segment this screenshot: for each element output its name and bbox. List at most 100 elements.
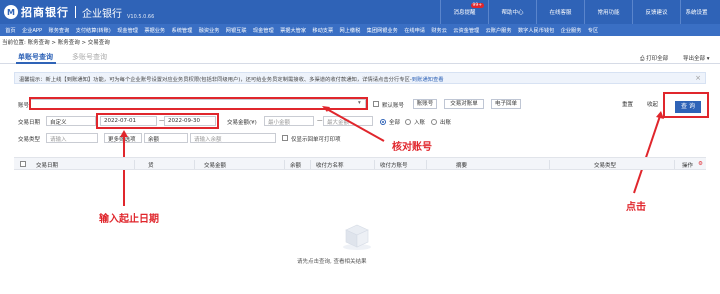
amount-dash: —	[317, 118, 323, 124]
balance-select[interactable]: 余额	[144, 133, 188, 143]
col-counterparty-name[interactable]: 收付方名称	[316, 161, 344, 169]
direction-out-label: 出账	[440, 120, 452, 126]
nav-item[interactable]: 企业服务	[557, 27, 584, 34]
nav-item[interactable]: 首页	[2, 27, 19, 34]
nav-item[interactable]: 票据大管家	[277, 27, 309, 34]
printable-only-label: 仅显示回单可打印项	[291, 137, 341, 143]
table-header: 交易日期 货 交易金额 余额 收付方名称 收付方账号 摘要 交易类型 操作 ⚙	[14, 157, 706, 170]
date-label: 交易日期	[18, 120, 41, 126]
nav-item[interactable]: 账务查询	[45, 27, 72, 34]
nav-item[interactable]: 网上缴税	[336, 27, 363, 34]
e-receipt-button[interactable]: 电子回单	[491, 99, 521, 109]
trade-type-label: 交易类型	[18, 137, 41, 143]
balance-input[interactable]: 请输入余额	[190, 133, 276, 143]
col-trade-date[interactable]: 交易日期	[36, 161, 58, 169]
nav-item[interactable]: 票据业务	[141, 27, 168, 34]
active-tab-indicator	[16, 62, 56, 64]
col-summary[interactable]: 摘要	[456, 161, 467, 169]
nav-item[interactable]: 网银互联	[223, 27, 250, 34]
column-divider	[284, 160, 285, 169]
logo-divider	[75, 6, 76, 18]
main-nav: 首页 企业APP 账务查询 支付结算(转账) 现金管理 票据业务 系统管理 融资…	[0, 24, 720, 36]
direction-in-radio[interactable]	[405, 119, 411, 125]
print-all-button[interactable]: ⎙ 打印全部	[640, 54, 668, 63]
col-currency[interactable]: 货	[148, 161, 154, 169]
start-date-input[interactable]: 2022-07-01	[100, 116, 157, 126]
util-feedback[interactable]: 反馈建议	[632, 0, 680, 24]
default-account-checkbox[interactable]	[373, 101, 379, 107]
close-icon[interactable]: ×	[695, 74, 701, 82]
nav-item[interactable]: 专区	[585, 27, 602, 34]
nav-item[interactable]: 集团网银业务	[363, 27, 401, 34]
query-highlight	[663, 92, 709, 118]
direction-in-label: 入账	[414, 120, 426, 126]
nav-item[interactable]: 企业APP	[19, 27, 46, 34]
end-date-input[interactable]: 2022-09-30	[164, 116, 216, 126]
trade-type-input[interactable]: 请输入	[46, 133, 98, 143]
export-all-button[interactable]: 导出全部 ▾	[683, 54, 710, 62]
select-all-checkbox[interactable]	[20, 161, 26, 167]
nav-item[interactable]: 云账户服务	[482, 27, 514, 34]
column-divider	[310, 160, 311, 169]
date-annotation: 输入起止日期	[99, 214, 159, 225]
col-balance[interactable]: 余额	[290, 161, 301, 169]
query-arrow	[633, 115, 661, 194]
util-messages[interactable]: 消息提醒 99+	[440, 0, 488, 24]
notice-link[interactable]: 到账通知查看	[412, 77, 444, 83]
column-divider	[194, 160, 195, 169]
nav-item[interactable]: 财务云	[428, 27, 450, 34]
printer-icon: ⎙	[640, 56, 645, 62]
empty-box-icon	[343, 224, 371, 250]
query-tabs: 单账号查询 多账号查询	[0, 50, 720, 64]
max-amount-input[interactable]: 最大金额	[323, 116, 373, 126]
date-mode-select[interactable]: 自定义	[46, 116, 96, 126]
notice-banner: 温馨提示：新上线【到账通知】功能，可为每个企业账号设置对应业务员权限(包括非同级…	[14, 72, 706, 84]
util-online-service[interactable]: 在线客服	[536, 0, 584, 24]
more-filter-select[interactable]: 更多筛选项	[104, 133, 142, 143]
printable-only-checkbox[interactable]	[282, 135, 288, 141]
logo: M 招商银行 企业银行 V10.5.0.66	[4, 4, 154, 20]
col-action: 操作	[682, 163, 694, 169]
default-account-label: 默认账号	[382, 103, 405, 109]
tab-multi-account[interactable]: 多账号查询	[72, 52, 107, 62]
nav-item[interactable]: 数字人民币钱包	[515, 27, 558, 34]
nav-item[interactable]: 融资业务	[195, 27, 222, 34]
trade-statement-button[interactable]: 交易对账单	[444, 99, 484, 109]
min-amount-input[interactable]: 最小金额	[264, 116, 314, 126]
nav-item[interactable]: 移动支票	[309, 27, 336, 34]
column-divider	[674, 160, 675, 169]
nav-item[interactable]: 云资金管理	[450, 27, 482, 34]
account-label: 账号	[18, 103, 30, 109]
account-number-button[interactable]: 账账号	[413, 99, 437, 109]
col-trade-type[interactable]: 交易类型	[594, 161, 616, 169]
util-help[interactable]: 帮助中心	[488, 0, 536, 24]
util-common[interactable]: 常用功能	[584, 0, 632, 24]
top-bar: M 招商银行 企业银行 V10.5.0.66 消息提醒 99+ 帮助中心 在线客服…	[0, 0, 720, 24]
direction-all-radio[interactable]	[380, 119, 386, 125]
amount-label: 交易金额(¥)	[227, 120, 257, 126]
nav-item[interactable]: 在线申请	[401, 27, 428, 34]
collapse-button[interactable]: 收起	[647, 100, 658, 108]
column-divider	[374, 160, 375, 169]
column-divider	[134, 160, 135, 169]
nav-item[interactable]: 现金管理	[114, 27, 141, 34]
reset-button[interactable]: 重置	[622, 100, 633, 108]
direction-out-radio[interactable]	[431, 119, 437, 125]
settings-icon[interactable]: ⚙	[698, 161, 703, 167]
column-divider	[426, 160, 427, 169]
click-annotation: 点击	[626, 202, 646, 213]
message-count-badge: 99+	[470, 3, 484, 8]
column-divider	[549, 160, 550, 169]
nav-item[interactable]: 支付结算(转账)	[72, 27, 114, 34]
col-counterparty-account[interactable]: 收付方账号	[380, 161, 408, 169]
utility-links: 消息提醒 99+ 帮助中心 在线客服 常用功能 反馈建议 系统设置	[440, 0, 712, 24]
breadcrumb: 当前位置: 账务查询 > 账务查询 > 交易查询	[2, 40, 110, 46]
util-settings[interactable]: 系统设置	[680, 0, 712, 24]
nav-item[interactable]: 系统管理	[168, 27, 195, 34]
tab-single-account[interactable]: 单账号查询	[18, 52, 53, 62]
col-amount[interactable]: 交易金额	[204, 161, 226, 169]
bank-name: 招商银行	[21, 6, 69, 19]
nav-item[interactable]: 现金管理	[250, 27, 277, 34]
empty-state-message: 请先点击查询, 查看相关结果	[297, 259, 367, 265]
account-annotation: 核对账号	[392, 142, 432, 153]
